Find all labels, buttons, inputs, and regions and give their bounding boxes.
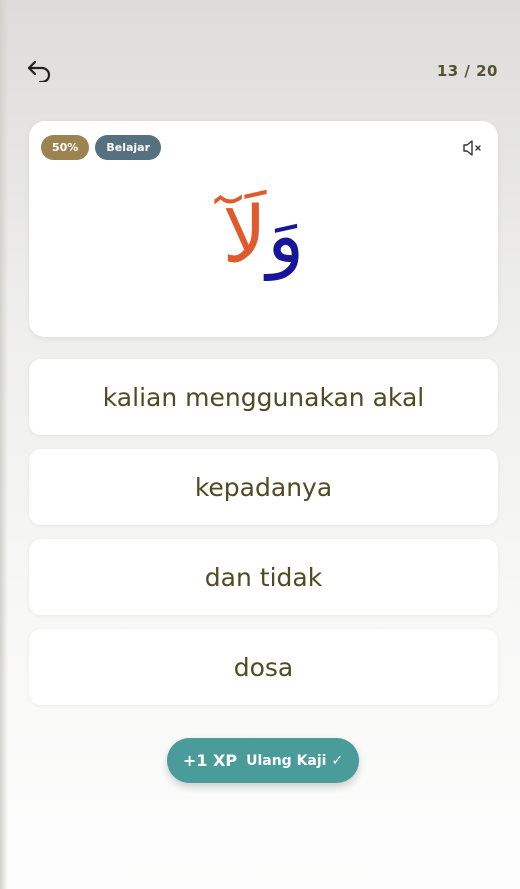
percent-badge: 50% <box>41 135 90 160</box>
xp-amount: +1 XP <box>182 751 238 770</box>
mute-button[interactable] <box>462 138 484 158</box>
arabic-word: وَ لَآ <box>29 171 498 301</box>
answer-option[interactable]: dan tidak <box>29 539 498 615</box>
answer-option[interactable]: dosa <box>29 629 498 705</box>
window-edge-shadow <box>0 0 8 889</box>
review-label: Ulang Kaji ✓ <box>246 752 344 769</box>
speaker-muted-icon <box>463 140 481 156</box>
mode-badge: Belajar <box>95 135 161 160</box>
badge-group: 50% Belajar <box>41 135 161 160</box>
word-card: 50% Belajar وَ لَآ <box>29 121 498 337</box>
back-button[interactable] <box>26 57 54 85</box>
review-button[interactable]: +1 XP Ulang Kaji ✓ <box>167 738 359 783</box>
header: 13 / 20 <box>26 54 498 88</box>
arabic-lam-alif: لَآ <box>222 191 267 281</box>
progress-counter: 13 / 20 <box>436 62 498 80</box>
answer-options: kalian menggunakan akal kepadanya dan ti… <box>29 359 498 719</box>
answer-option[interactable]: kepadanya <box>29 449 498 525</box>
answer-option[interactable]: kalian menggunakan akal <box>29 359 498 435</box>
arabic-waw: وَ <box>266 191 305 281</box>
undo-arrow-icon <box>27 60 51 82</box>
